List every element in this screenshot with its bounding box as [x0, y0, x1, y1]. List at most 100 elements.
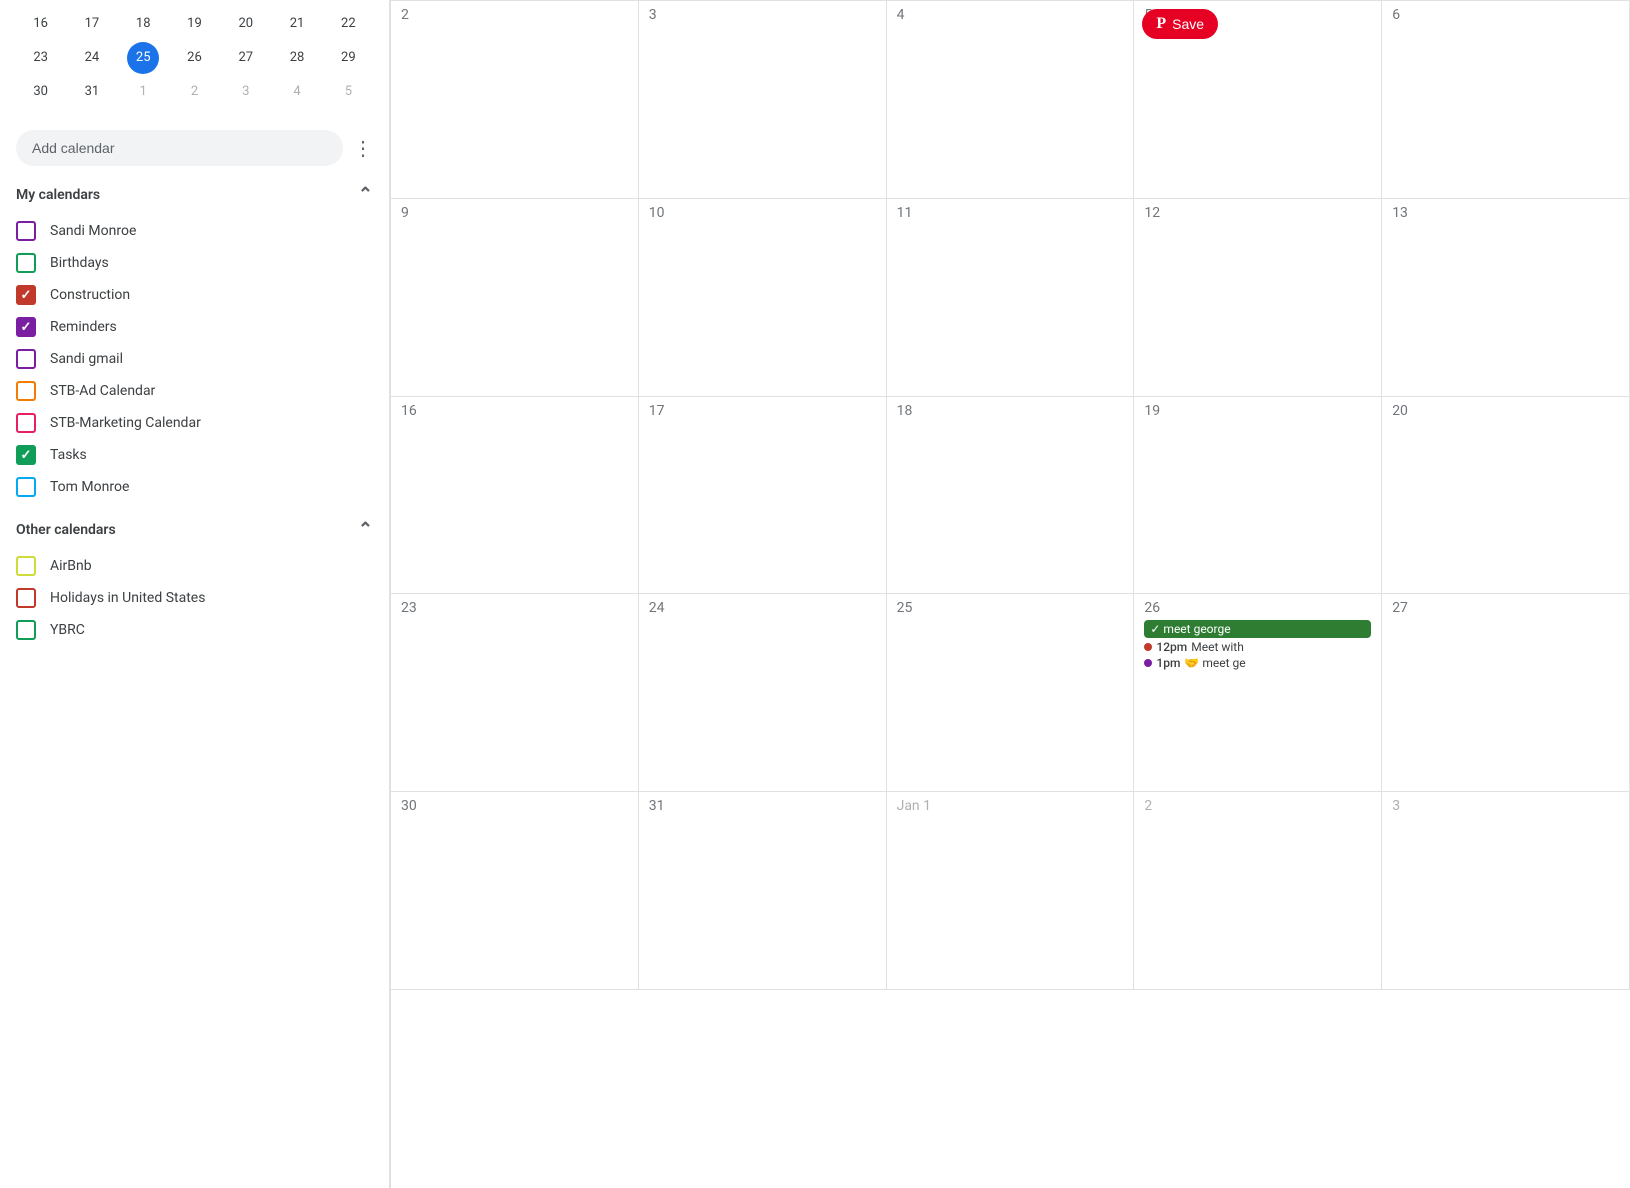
cell-day-number: 24 — [649, 600, 876, 616]
calendar-cell[interactable]: 3 — [1382, 792, 1630, 990]
mini-cal-day[interactable]: 19 — [178, 8, 210, 40]
more-options-icon[interactable]: ⋮ — [353, 136, 373, 160]
cell-day-number: 31 — [649, 798, 876, 814]
calendar-item-sandi-monroe[interactable]: Sandi Monroe — [16, 215, 373, 247]
calendar-cell[interactable]: 6 — [1382, 1, 1630, 199]
today-indicator: 25 — [897, 600, 913, 616]
calendar-checkbox-construction[interactable]: ✓ — [16, 285, 36, 305]
calendar-cell[interactable]: 9 — [391, 199, 639, 397]
mini-cal-day[interactable]: 1 — [127, 76, 159, 108]
calendar-label-construction: Construction — [50, 287, 130, 303]
calendar-checkbox-sandi-gmail[interactable] — [16, 349, 36, 369]
mini-cal-day[interactable]: 30 — [25, 76, 57, 108]
calendar-item-sandi-gmail[interactable]: Sandi gmail — [16, 343, 373, 375]
calendar-cell[interactable]: 30 — [391, 792, 639, 990]
calendar-label-birthdays: Birthdays — [50, 255, 109, 271]
other-calendars-section: Other calendars ⌃ AirBnb Holidays in Unit… — [16, 519, 373, 646]
calendar-checkbox-birthdays[interactable] — [16, 253, 36, 273]
mini-cal-day[interactable]: 4 — [281, 76, 313, 108]
calendar-item-stb-marketing[interactable]: STB-Marketing Calendar — [16, 407, 373, 439]
calendar-cell[interactable]: 12 — [1134, 199, 1382, 397]
calendar-cell[interactable]: 19 — [1134, 397, 1382, 595]
mini-cal-day[interactable]: 2 — [178, 76, 210, 108]
cell-day-number: 4 — [897, 7, 1124, 23]
calendar-cell[interactable]: 17 — [639, 397, 887, 595]
mini-cal-day[interactable]: 27 — [230, 42, 262, 74]
calendar-cell[interactable]: 10 — [639, 199, 887, 397]
calendar-cell[interactable]: 31 — [639, 792, 887, 990]
mini-cal-day[interactable]: 23 — [25, 42, 57, 74]
calendar-cell[interactable]: 13 — [1382, 199, 1630, 397]
calendar-cell[interactable]: Jan 1 — [887, 792, 1135, 990]
my-calendars-label: My calendars — [16, 187, 100, 203]
cell-day-number: 2 — [1144, 798, 1371, 814]
checkmark-icon: ✓ — [21, 288, 32, 303]
calendar-cell[interactable]: 26✓ meet george12pmMeet with1pm🤝 meet ge — [1134, 594, 1382, 792]
my-calendars-collapse-icon[interactable]: ⌃ — [358, 184, 373, 205]
calendar-cell[interactable]: 27 — [1382, 594, 1630, 792]
mini-cal-day[interactable]: 26 — [178, 42, 210, 74]
calendar-cell[interactable]: 24 — [639, 594, 887, 792]
calendar-item-holidays-us[interactable]: Holidays in United States — [16, 582, 373, 614]
calendar-checkbox-tom-monroe[interactable] — [16, 477, 36, 497]
calendar-cell[interactable]: 23 — [391, 594, 639, 792]
other-calendars-label: Other calendars — [16, 522, 116, 538]
calendar-cell[interactable]: 20 — [1382, 397, 1630, 595]
mini-cal-day[interactable]: 25 — [127, 42, 159, 74]
calendar-item-ybrc[interactable]: YBRC — [16, 614, 373, 646]
event-dot-row[interactable]: 12pmMeet with — [1144, 640, 1371, 654]
pinterest-save-button[interactable]: PSave — [1142, 9, 1218, 39]
calendar-label-reminders: Reminders — [50, 319, 117, 335]
cell-day-number: 19 — [1144, 403, 1371, 419]
calendar-cell[interactable]: 2 — [391, 1, 639, 199]
calendar-item-tasks[interactable]: ✓Tasks — [16, 439, 373, 471]
calendar-cell[interactable]: 4 — [887, 1, 1135, 199]
other-calendars-header[interactable]: Other calendars ⌃ — [16, 519, 373, 540]
calendar-item-tom-monroe[interactable]: Tom Monroe — [16, 471, 373, 503]
calendar-cell[interactable]: 25 — [887, 594, 1135, 792]
event-chip[interactable]: ✓ meet george — [1144, 620, 1371, 638]
event-time: 12pm — [1156, 640, 1187, 654]
calendar-item-airbnb[interactable]: AirBnb — [16, 550, 373, 582]
calendar-item-construction[interactable]: ✓ Construction — [16, 279, 373, 311]
calendar-item-reminders[interactable]: ✓ Reminders — [16, 311, 373, 343]
calendar-checkbox-stb-ad[interactable] — [16, 381, 36, 401]
calendar-checkbox-ybrc[interactable] — [16, 620, 36, 640]
mini-cal-day[interactable]: 24 — [76, 42, 108, 74]
mini-cal-day[interactable]: 31 — [76, 76, 108, 108]
calendar-cell[interactable]: 2 — [1134, 792, 1382, 990]
calendar-cell[interactable]: PSave5 — [1134, 1, 1382, 199]
calendar-item-stb-ad[interactable]: STB-Ad Calendar — [16, 375, 373, 407]
calendar-cell[interactable]: 3 — [639, 1, 887, 199]
calendar-cell[interactable]: 11 — [887, 199, 1135, 397]
mini-cal-day[interactable]: 29 — [332, 42, 364, 74]
calendar-cell[interactable]: 18 — [887, 397, 1135, 595]
calendar-checkbox-stb-marketing[interactable] — [16, 413, 36, 433]
my-calendars-header[interactable]: My calendars ⌃ — [16, 184, 373, 205]
mini-cal-day[interactable]: 16 — [25, 8, 57, 40]
mini-cal-day[interactable]: 17 — [76, 8, 108, 40]
calendar-checkbox-holidays-us[interactable] — [16, 588, 36, 608]
mini-cal-day[interactable]: 21 — [281, 8, 313, 40]
calendar-checkbox-airbnb[interactable] — [16, 556, 36, 576]
other-calendars-collapse-icon[interactable]: ⌃ — [358, 519, 373, 540]
event-time: 1pm — [1156, 656, 1180, 670]
mini-cal-day[interactable]: 5 — [332, 76, 364, 108]
add-calendar-button[interactable]: Add calendar — [16, 130, 343, 166]
calendar-label-airbnb: AirBnb — [50, 558, 92, 574]
mini-cal-day[interactable]: 3 — [230, 76, 262, 108]
calendar-checkbox-tasks[interactable]: ✓ — [16, 445, 36, 465]
mini-cal-day[interactable]: 18 — [127, 8, 159, 40]
mini-cal-day[interactable]: 28 — [281, 42, 313, 74]
cell-day-number: 25 — [897, 600, 1124, 616]
calendar-checkbox-sandi-monroe[interactable] — [16, 221, 36, 241]
calendar-checkbox-reminders[interactable]: ✓ — [16, 317, 36, 337]
mini-cal-day[interactable]: 20 — [230, 8, 262, 40]
calendar-cell[interactable]: 16 — [391, 397, 639, 595]
mini-cal-day[interactable]: 22 — [332, 8, 364, 40]
calendar-label-stb-ad: STB-Ad Calendar — [50, 383, 155, 399]
calendar-item-birthdays[interactable]: Birthdays — [16, 247, 373, 279]
event-dot-indicator — [1144, 643, 1152, 651]
cell-day-number: 17 — [649, 403, 876, 419]
event-dot-row[interactable]: 1pm🤝 meet ge — [1144, 656, 1371, 670]
